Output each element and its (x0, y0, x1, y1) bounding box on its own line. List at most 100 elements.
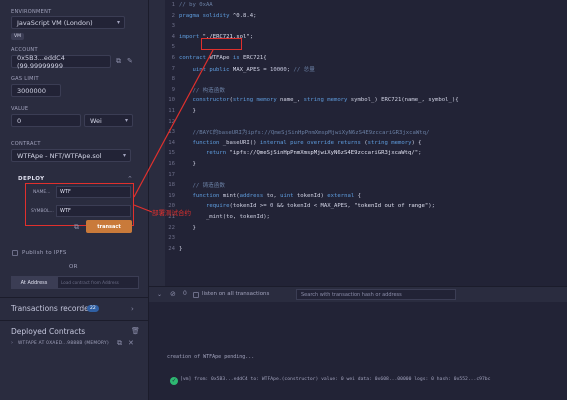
code-line[interactable]: 1 // by 0xAA (165, 0, 567, 10)
gas-limit-input[interactable]: 3000000 (11, 84, 61, 97)
code-line[interactable]: 9 // 构造函数 (165, 85, 567, 95)
code-text: // 构造函数 (192, 87, 225, 94)
account-select[interactable]: 0x5B3...eddC4 (99.99999999 (11, 53, 111, 70)
line-number: 2 (171, 12, 175, 19)
code-line[interactable]: 16 } (165, 159, 567, 169)
gas-limit-label: GAS LIMIT (11, 76, 39, 82)
copy-icon[interactable]: ⧉ (74, 223, 79, 232)
divider (0, 320, 149, 321)
line-number: 11 (168, 108, 175, 114)
chevron-right-icon[interactable]: › (131, 305, 134, 313)
code-line[interactable]: 7 uint public MAX_APES = 10000; // 总量 (165, 64, 567, 74)
code-line[interactable]: 20 require(tokenId >= 0 && tokenId < MAX… (165, 201, 567, 211)
transactions-recorded-label[interactable]: Transactions recorded (11, 304, 94, 313)
code-line[interactable]: 21 _mint(to, tokenId); (165, 212, 567, 222)
code-line[interactable]: 23 (165, 233, 567, 243)
code-text: contract WTFApe is ERC721{ (179, 55, 267, 61)
line-number: 9 (171, 86, 175, 93)
code-text: // by 0xAA (179, 2, 213, 8)
line-number: 5 (171, 44, 175, 51)
chevron-down-icon: ▾ (122, 152, 126, 159)
value-input[interactable]: 0 (11, 114, 81, 127)
value-unit-select[interactable]: Wei ▾ (84, 114, 133, 127)
chevron-up-icon[interactable]: ⌃ (127, 175, 133, 183)
code-line[interactable]: 14 function _baseURI() internal pure ove… (165, 138, 567, 148)
line-number: 15 (168, 150, 175, 157)
listen-checkbox[interactable] (193, 292, 199, 298)
environment-select[interactable]: JavaScript VM (London) ▾ (11, 16, 125, 29)
param-name-input[interactable]: WTF (56, 186, 131, 198)
line-number: 3 (171, 23, 175, 30)
collapse-icon[interactable]: ⌄ (157, 291, 162, 298)
pending-log: creation of WTFApe pending... (167, 354, 255, 360)
check-icon: ✓ (170, 377, 178, 385)
line-number: 19 (168, 192, 175, 199)
code-line[interactable]: 11 } (165, 106, 567, 116)
code-line[interactable]: 15 return "ipfs://QmeSjSinHpPnmXmspMjwiX… (165, 148, 567, 158)
code-line[interactable]: 17 (165, 170, 567, 180)
code-line[interactable]: 6 contract WTFApe is ERC721{ (165, 53, 567, 63)
code-text: function _baseURI() internal pure overri… (192, 139, 422, 146)
line-number: 14 (168, 139, 175, 146)
contract-value: WTFApe - NFT/WTFApe.sol (17, 151, 102, 160)
line-number: 22 (168, 224, 175, 231)
code-text: _mint(to, tokenId); (179, 214, 270, 220)
divider (0, 297, 149, 298)
code-line[interactable]: 24} (165, 244, 567, 254)
badge-count: 0 (183, 290, 187, 297)
edit-icon[interactable]: ✎ (127, 57, 133, 65)
copy-icon[interactable]: ⧉ (116, 57, 121, 66)
terminal-output: creation of WTFApe pending... [vm] from:… (149, 302, 567, 400)
code-text: } (179, 224, 196, 231)
param-symbol-input[interactable]: WTF (56, 205, 131, 217)
deployed-contracts-label: Deployed Contracts (11, 327, 86, 336)
value-label: VALUE (11, 106, 29, 112)
contract-select[interactable]: WTFApe - NFT/WTFApe.sol ▾ (11, 149, 131, 162)
annotation-note: 部署测试合约 (152, 209, 191, 217)
code-line[interactable]: 10 constructor(string memory name_, stri… (165, 95, 567, 105)
code-text: require(tokenId >= 0 && tokenId < MAX_AP… (205, 203, 435, 210)
close-icon[interactable]: ✕ (128, 339, 134, 347)
line-number: 18 (168, 182, 175, 189)
at-address-button[interactable]: At Address (11, 276, 57, 289)
publish-ipfs-checkbox[interactable] (12, 250, 18, 256)
code-line[interactable]: 12 (165, 117, 567, 127)
code-line[interactable]: 18 // 铸造函数 (165, 180, 567, 190)
param-symbol-label: SYMBOL... (31, 209, 54, 214)
param-name-label: NAME... (33, 190, 51, 195)
code-text: } (179, 245, 183, 252)
code-text: } (179, 108, 196, 114)
transact-button[interactable]: transact (86, 220, 132, 233)
code-line[interactable]: 19 function mint(address to, uint tokenI… (165, 191, 567, 201)
line-number: 1 (171, 2, 175, 8)
code-text: function mint(address to, uint tokenId) … (192, 192, 361, 199)
account-value: 0x5B3...eddC4 (99.99999999 (17, 53, 65, 70)
code-line[interactable]: 22 } (165, 223, 567, 233)
or-label: OR (69, 264, 78, 270)
deploy-label: DEPLOY (18, 176, 45, 182)
code-text: uint public MAX_APES = 10000; // 总量 (192, 66, 315, 73)
terminal-search-input[interactable]: Search with transaction hash or address (296, 289, 456, 300)
code-line[interactable]: 8 (165, 74, 567, 84)
editor-gutter (149, 0, 165, 290)
line-number: 4 (171, 33, 175, 40)
code-text: // 铸造函数 (192, 183, 225, 190)
line-number: 16 (168, 161, 175, 167)
code-text: //BAYC的baseURI为ipfs://QmeSjSinHpPnmXmspM… (192, 130, 430, 137)
contract-label: CONTRACT (11, 141, 41, 147)
code-line[interactable]: 3 (165, 21, 567, 31)
line-number: 23 (168, 235, 175, 242)
tx-log[interactable]: [vm] from: 0x5B3...eddC4 to: WTFApe.(con… (180, 377, 490, 382)
publish-ipfs-label: Publish to IPFS (22, 250, 67, 256)
clear-icon[interactable]: ⊘ (170, 290, 176, 298)
transactions-count-badge: 22 (87, 305, 99, 312)
chevron-right-icon[interactable]: › (11, 340, 13, 346)
code-line[interactable]: 13 //BAYC的baseURI为ipfs://QmeSjSinHpPnmXm… (165, 127, 567, 137)
copy-icon[interactable]: ⧉ (117, 339, 122, 348)
value-unit: Wei (90, 116, 102, 125)
load-address-input[interactable]: Load contract from Address (57, 276, 139, 289)
code-line[interactable]: 2 pragma solidity ^0.8.4; (165, 11, 567, 21)
trash-icon[interactable]: 🗑 (131, 327, 140, 335)
chevron-down-icon: ▾ (124, 117, 128, 124)
deployed-contract-item[interactable]: WTFAPE AT 0XAED...9888B (MEMORY) (18, 341, 109, 346)
